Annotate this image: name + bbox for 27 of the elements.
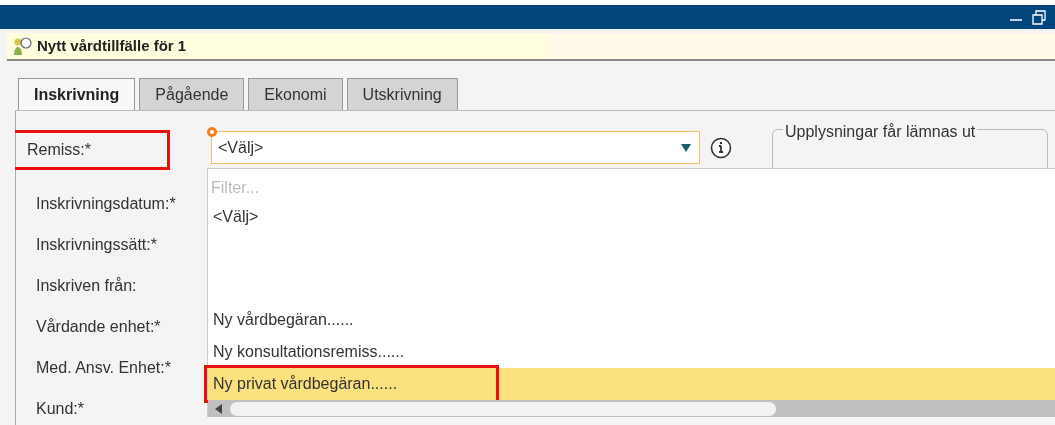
filter-field[interactable]: Filter... bbox=[211, 175, 411, 201]
tab[interactable]: Pågående bbox=[139, 78, 245, 110]
option-label: <Välj> bbox=[213, 206, 259, 227]
option-label: Ny privat vårdbegäran...... bbox=[213, 374, 398, 395]
field-label: Kund:* bbox=[36, 399, 85, 420]
dropdown-option[interactable]: Ny vårdbegäran...... bbox=[208, 304, 1055, 337]
tab[interactable]: Inskrivning bbox=[18, 78, 136, 110]
field-label: Inskrivningssätt:* bbox=[36, 234, 157, 255]
scrollbar-thumb[interactable] bbox=[230, 401, 776, 416]
horizontal-scrollbar[interactable] bbox=[208, 400, 1055, 417]
dropdown-option[interactable]: <Välj> bbox=[208, 200, 1055, 233]
tab[interactable]: Ekonomi bbox=[248, 78, 343, 110]
select-value: <Välj> bbox=[218, 137, 264, 158]
field-label: Med. Ansv. Enhet:* bbox=[36, 358, 171, 379]
dialog-title: Nytt vårdtillfälle för 1 bbox=[37, 35, 187, 56]
dropdown-option[interactable]: Ny konsultationsremiss...... bbox=[208, 336, 1055, 369]
field-label: Vårdande enhet:* bbox=[36, 317, 161, 338]
option-label: Ny vårdbegäran...... bbox=[213, 310, 354, 331]
field-label: Inskrivningsdatum:* bbox=[36, 193, 176, 214]
people-icon bbox=[12, 35, 34, 57]
field-label: Inskriven från: bbox=[36, 275, 137, 296]
field-label: Remiss:* bbox=[27, 139, 91, 160]
info-icon[interactable] bbox=[710, 137, 732, 159]
tab[interactable]: Utskrivning bbox=[346, 78, 458, 110]
restore-icon[interactable] bbox=[1031, 9, 1047, 25]
option-label: Ny konsultationsremiss...... bbox=[213, 342, 405, 363]
required-dot-icon bbox=[206, 126, 218, 138]
